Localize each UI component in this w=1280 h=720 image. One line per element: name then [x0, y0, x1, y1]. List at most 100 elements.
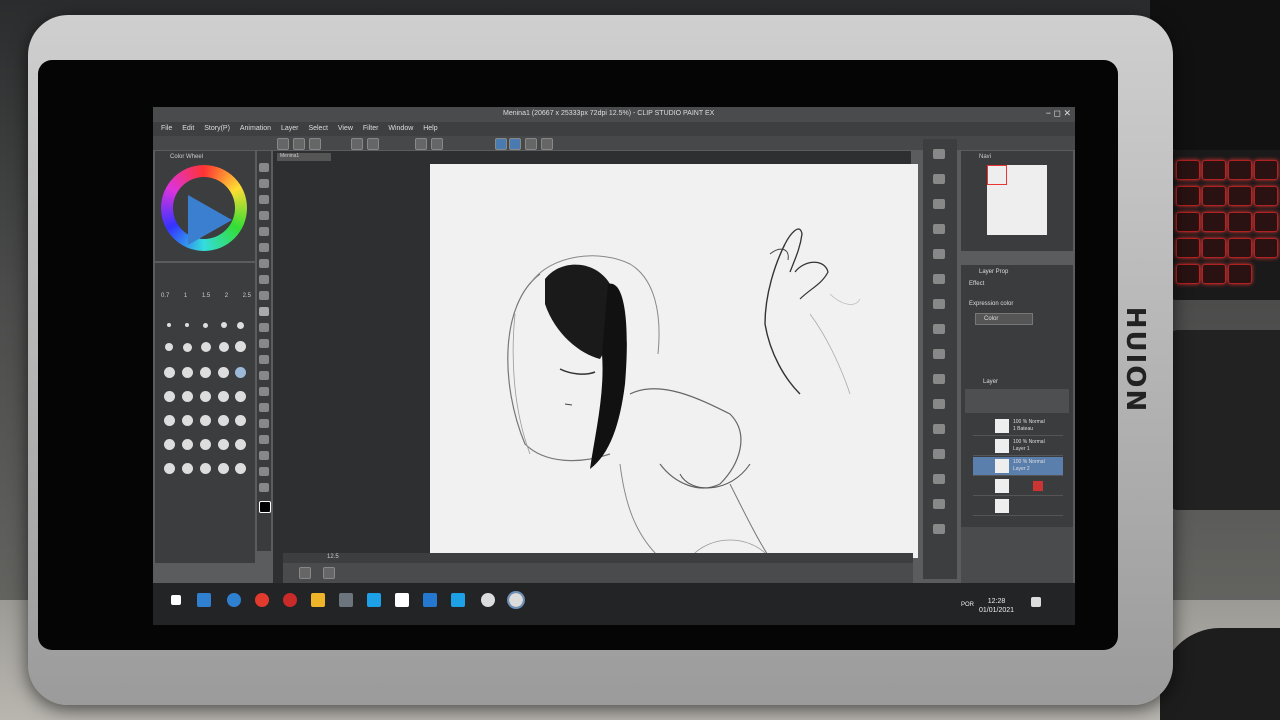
open-file-button[interactable] [293, 138, 305, 150]
snap-button[interactable] [495, 138, 507, 150]
transform-button[interactable] [431, 138, 443, 150]
edge-icon[interactable] [227, 593, 241, 607]
fill-button[interactable] [415, 138, 427, 150]
menu-layer[interactable]: Layer [281, 125, 299, 132]
brush-size-dot-selected[interactable] [235, 367, 246, 378]
undo-button[interactable] [351, 138, 363, 150]
panel-icon[interactable] [933, 349, 945, 359]
panel-icon[interactable] [933, 374, 945, 384]
brush-size-dot[interactable] [200, 391, 211, 402]
panel-icon[interactable] [933, 299, 945, 309]
brush-size-dot[interactable] [221, 322, 227, 328]
brush-size-dot[interactable] [167, 323, 171, 327]
brush-size-dot[interactable] [183, 343, 192, 352]
brush-size-dot[interactable] [218, 415, 229, 426]
figure-tool-icon[interactable] [259, 403, 269, 412]
mail-icon[interactable] [367, 593, 381, 607]
app-icon[interactable] [395, 593, 409, 607]
brush-size-dot[interactable] [164, 391, 175, 402]
layer-row[interactable] [973, 477, 1063, 496]
new-file-button[interactable] [277, 138, 289, 150]
correct-line-tool-icon[interactable] [259, 483, 269, 492]
brush-size-dot[interactable] [237, 322, 244, 329]
redo-button[interactable] [367, 138, 379, 150]
save-button[interactable] [309, 138, 321, 150]
menu-select[interactable]: Select [308, 125, 327, 132]
brush-size-dot[interactable] [164, 439, 175, 450]
brush-size-dot[interactable] [200, 439, 211, 450]
eraser-tool-icon[interactable] [259, 339, 269, 348]
operation-tool-icon[interactable] [259, 195, 269, 204]
brush-size-dot[interactable] [201, 342, 211, 352]
brush-size-dot[interactable] [164, 415, 175, 426]
clip-studio-icon[interactable] [481, 593, 495, 607]
file-explorer-icon[interactable] [311, 593, 325, 607]
panel-icon[interactable] [933, 224, 945, 234]
brush-size-dot[interactable] [235, 415, 246, 426]
pencil-tool-icon[interactable] [259, 275, 269, 284]
move-layer-tool-icon[interactable] [259, 211, 269, 220]
pen-tool-icon[interactable] [259, 259, 269, 268]
balloon-tool-icon[interactable] [259, 467, 269, 476]
brush-size-dot[interactable] [200, 367, 211, 378]
brush-size-dot[interactable] [182, 391, 193, 402]
panel-icon[interactable] [933, 174, 945, 184]
panel-icon[interactable] [933, 399, 945, 409]
lasso-tool-icon[interactable] [259, 227, 269, 236]
ruler-button[interactable] [541, 138, 553, 150]
brush-tool-icon[interactable] [259, 291, 269, 300]
brush-size-dot[interactable] [185, 323, 189, 327]
menu-window[interactable]: Window [388, 125, 413, 132]
layer-row[interactable] [973, 497, 1063, 516]
pen-settings-button[interactable] [525, 138, 537, 150]
navigator-thumbnail[interactable] [987, 165, 1047, 235]
airbrush-tool-icon[interactable] [259, 307, 269, 316]
gradient-tool-icon[interactable] [259, 387, 269, 396]
color-triangle[interactable] [188, 195, 232, 245]
main-color-swatch-icon[interactable] [259, 501, 271, 513]
brush-size-dot[interactable] [203, 323, 208, 328]
expression-color-select[interactable]: Color [975, 313, 1033, 325]
opera-icon[interactable] [283, 593, 297, 607]
sub-view-icon[interactable] [933, 149, 945, 159]
brush-size-dot[interactable] [182, 439, 193, 450]
layer-row[interactable]: 100 % Normal 1 Bateau [973, 417, 1063, 436]
menu-story[interactable]: Story(P) [204, 125, 230, 132]
menu-edit[interactable]: Edit [182, 125, 194, 132]
layout-toggle-button[interactable] [323, 567, 335, 579]
language-indicator[interactable]: POR [961, 602, 974, 608]
move-tool-icon[interactable] [259, 179, 269, 188]
panel-icon[interactable] [933, 324, 945, 334]
navigator-grid-button[interactable] [299, 567, 311, 579]
layer-row[interactable]: 100 % Normal Layer 1 [973, 437, 1063, 456]
text-tool-icon[interactable] [259, 451, 269, 460]
panel-icon[interactable] [933, 449, 945, 459]
panel-icon[interactable] [933, 249, 945, 259]
layer-row-selected[interactable]: 100 % Normal Layer 2 [973, 457, 1063, 476]
brush-size-dot[interactable] [218, 367, 229, 378]
navigator-viewport[interactable] [987, 165, 1007, 185]
zoom-tool-icon[interactable] [259, 163, 269, 172]
brush-size-dot[interactable] [218, 463, 229, 474]
menu-animation[interactable]: Animation [240, 125, 271, 132]
brush-size-dot[interactable] [200, 415, 211, 426]
task-view-icon[interactable] [197, 593, 211, 607]
chrome-icon[interactable] [255, 593, 269, 607]
clip-studio-paint-icon[interactable] [507, 591, 525, 609]
brush-size-dot[interactable] [200, 463, 211, 474]
brush-size-dot[interactable] [218, 391, 229, 402]
brush-size-dot[interactable] [235, 439, 246, 450]
color-wheel[interactable] [161, 165, 247, 251]
menu-file[interactable]: File [161, 125, 172, 132]
eyedropper-tool-icon[interactable] [259, 243, 269, 252]
brush-size-dot[interactable] [182, 463, 193, 474]
brush-size-dot[interactable] [235, 341, 246, 352]
panel-icon[interactable] [933, 524, 945, 534]
system-clock[interactable]: 12:28 01/01/2021 [979, 597, 1014, 615]
brush-size-dot[interactable] [165, 343, 173, 351]
window-controls[interactable]: − ◻ ✕ [1046, 108, 1071, 119]
panel-icon[interactable] [933, 474, 945, 484]
decoration-tool-icon[interactable] [259, 323, 269, 332]
brush-size-dot[interactable] [235, 463, 246, 474]
snap-ruler-button[interactable] [509, 138, 521, 150]
